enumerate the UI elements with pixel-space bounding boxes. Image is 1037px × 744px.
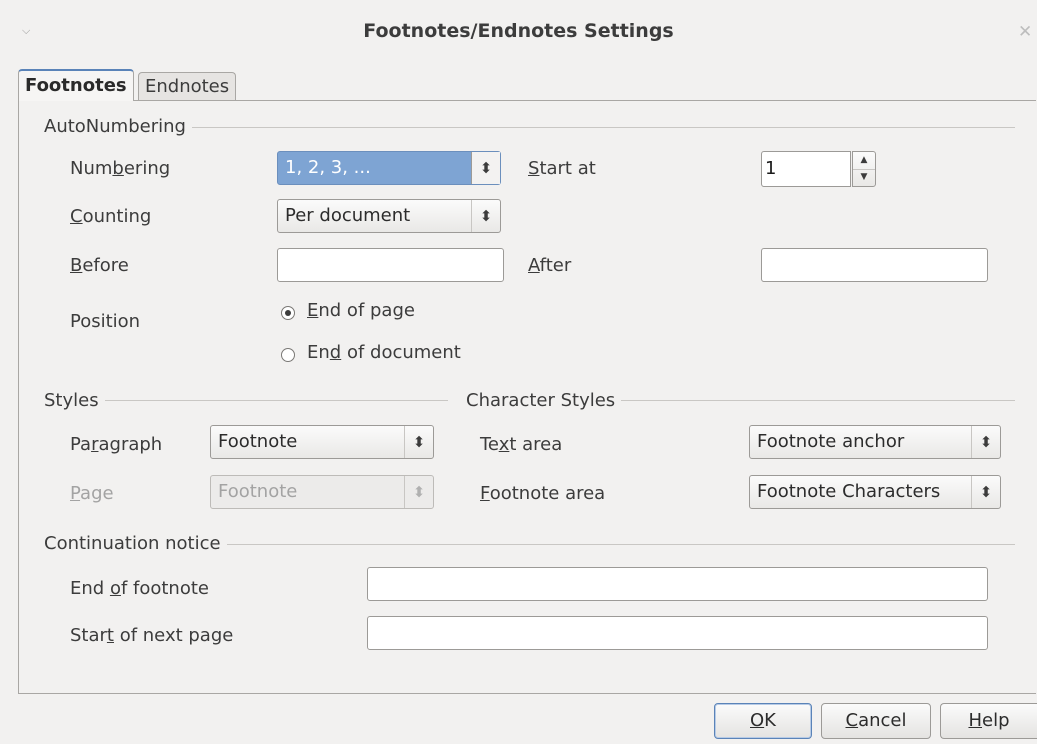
text-area-select[interactable]: Footnote anchor ⬍ <box>749 425 1001 459</box>
help-button[interactable]: Help <box>940 703 1037 739</box>
numbering-label: Numbering <box>70 158 171 179</box>
continuation-header: Continuation notice <box>44 533 227 554</box>
page-label: Page <box>70 483 114 504</box>
footnote-area-value: Footnote Characters <box>757 481 941 502</box>
counting-select[interactable]: Per document ⬍ <box>277 199 501 233</box>
after-label: After <box>528 255 572 276</box>
paragraph-style-value: Footnote <box>218 431 298 452</box>
before-label: Before <box>70 255 129 276</box>
end-of-document-radio[interactable] <box>281 348 295 362</box>
paragraph-label: Paragraph <box>70 434 163 455</box>
counting-label: Counting <box>70 206 152 227</box>
chevron-updown-icon: ⬍ <box>971 426 1000 458</box>
text-area-value: Footnote anchor <box>757 431 905 452</box>
chevron-updown-icon: ⬍ <box>971 476 1000 508</box>
numbering-select[interactable]: 1, 2, 3, ... ⬍ <box>277 151 501 185</box>
end-of-footnote-label: End of footnote <box>70 578 209 599</box>
chevron-updown-icon: ⬍ <box>471 152 500 184</box>
paragraph-style-select[interactable]: Footnote ⬍ <box>210 425 434 459</box>
chevron-updown-icon: ⬍ <box>404 476 433 508</box>
end-of-page-label[interactable]: End of page <box>307 300 415 321</box>
numbering-value: 1, 2, 3, ... <box>285 157 371 178</box>
position-label: Position <box>70 311 141 332</box>
styles-header: Styles <box>44 390 105 411</box>
spin-up-icon[interactable]: ▲ <box>853 152 875 170</box>
start-of-next-page-input[interactable] <box>367 616 988 650</box>
start-at-spinner[interactable]: ▲ ▼ <box>852 151 876 187</box>
tab-footnotes[interactable]: Footnotes <box>18 69 134 101</box>
autonumbering-header: AutoNumbering <box>44 116 192 137</box>
after-input[interactable] <box>761 248 988 282</box>
before-input[interactable] <box>277 248 504 282</box>
page-style-value: Footnote <box>218 481 298 502</box>
page-style-select: Footnote ⬍ <box>210 475 434 509</box>
text-area-label: Text area <box>480 434 563 455</box>
start-at-input[interactable]: 1 <box>761 151 851 187</box>
end-of-document-label[interactable]: End of document <box>307 342 461 363</box>
chevron-updown-icon: ⬍ <box>404 426 433 458</box>
counting-value: Per document <box>285 205 411 226</box>
chevron-updown-icon: ⬍ <box>471 200 500 232</box>
spin-down-icon[interactable]: ▼ <box>853 169 875 186</box>
end-of-page-radio[interactable] <box>281 306 295 320</box>
tab-endnotes[interactable]: Endnotes <box>138 72 237 100</box>
end-of-footnote-input[interactable] <box>367 567 988 601</box>
close-icon[interactable]: ✕ <box>1018 22 1032 42</box>
dialog-title: Footnotes/Endnotes Settings <box>363 20 674 42</box>
start-at-label: Start at <box>528 158 596 179</box>
styles-rule <box>44 400 448 401</box>
character-styles-header: Character Styles <box>466 390 622 411</box>
cancel-button[interactable]: Cancel <box>821 703 931 739</box>
footnote-area-select[interactable]: Footnote Characters ⬍ <box>749 475 1001 509</box>
footnote-area-label: Footnote area <box>480 483 606 504</box>
ok-button[interactable]: OK <box>714 703 812 739</box>
start-of-next-page-label: Start of next page <box>70 625 234 646</box>
